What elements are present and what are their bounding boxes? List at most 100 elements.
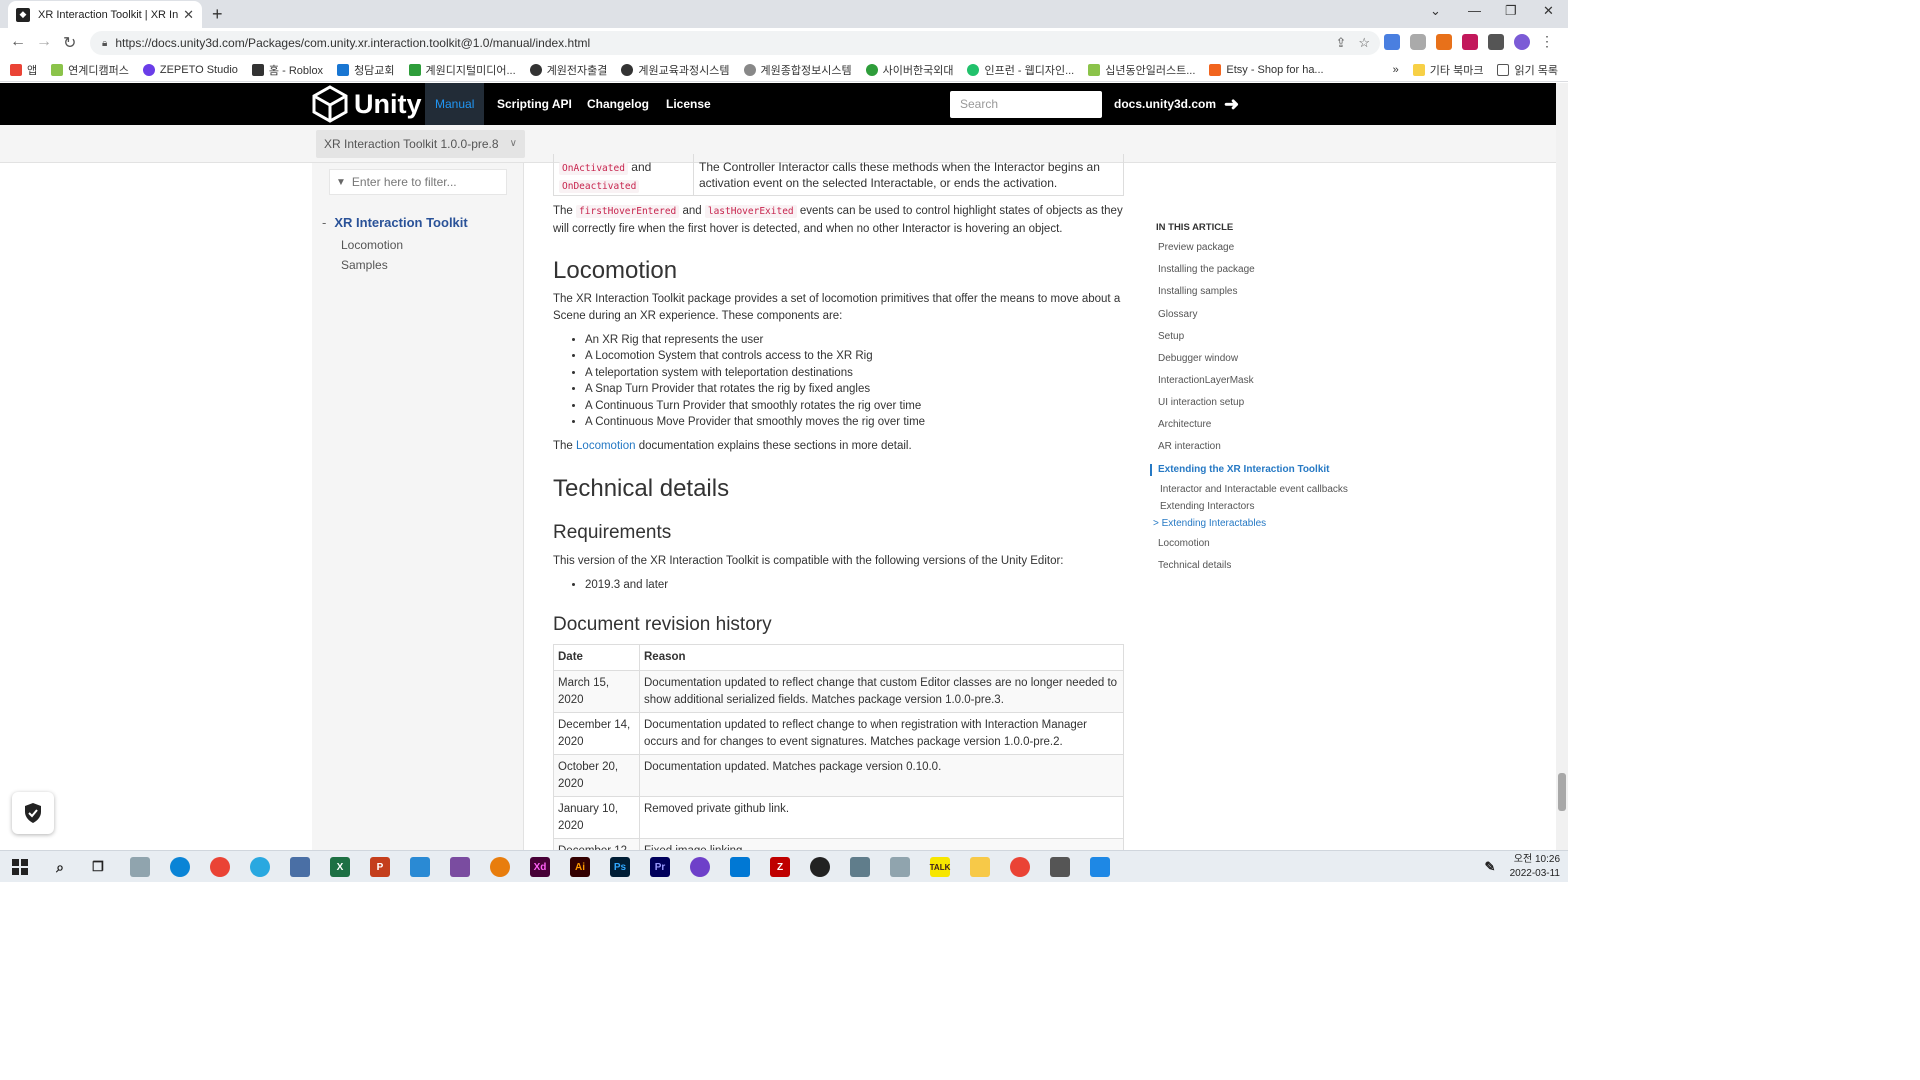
site-search-input[interactable]: Search	[950, 91, 1102, 118]
bookmark-item[interactable]: 십년동안일러스트...	[1088, 62, 1195, 78]
toc-filter-input[interactable]: ▼ Enter here to filter...	[329, 169, 507, 195]
powerpoint-icon[interactable]: P	[370, 857, 390, 877]
reload-icon[interactable]: ↻	[63, 33, 76, 53]
app-icon[interactable]	[290, 857, 310, 877]
locomotion-doc-link[interactable]: Locomotion	[576, 440, 635, 452]
privacy-shield-button[interactable]	[12, 792, 54, 834]
article-link-ar-interaction[interactable]: AR interaction	[1158, 441, 1221, 452]
github-icon[interactable]	[690, 857, 710, 877]
nav-manual[interactable]: Manual	[425, 83, 485, 125]
nav-changelog[interactable]: Changelog	[577, 83, 659, 125]
article-link-architecture[interactable]: Architecture	[1158, 419, 1211, 430]
article-link-preview-package[interactable]: Preview package	[1158, 242, 1234, 253]
article-link-interactionlayermask[interactable]: InteractionLayerMask	[1158, 375, 1254, 386]
record-icon[interactable]	[810, 857, 830, 877]
chrome-icon[interactable]	[210, 857, 230, 877]
app-icon[interactable]	[890, 857, 910, 877]
search-icon[interactable]: ⌕	[50, 857, 70, 877]
file-explorer-icon[interactable]	[970, 857, 990, 877]
minimize-icon[interactable]: —	[1468, 3, 1481, 18]
toc-item-locomotion[interactable]: Locomotion	[341, 238, 403, 252]
bookmark-item[interactable]: 계원전자출결	[529, 62, 607, 78]
browser-tab[interactable]: ◆ XR Interaction Toolkit | XR Inter ✕	[8, 1, 202, 28]
bookmark-star-icon[interactable]: ☆	[1358, 35, 1370, 51]
system-clock[interactable]: 오전 10:26 2022-03-11	[1510, 853, 1560, 881]
filter-icon: ▼	[336, 176, 346, 188]
photos-icon[interactable]	[1090, 857, 1110, 877]
article-link-technical-details[interactable]: Technical details	[1158, 560, 1231, 571]
blender-icon[interactable]	[490, 857, 510, 877]
task-view-icon[interactable]: ❐	[88, 857, 108, 877]
filezilla-icon[interactable]: Z	[770, 857, 790, 877]
article-link-event-callbacks[interactable]: Interactor and Interactable event callba…	[1160, 484, 1350, 495]
url-input[interactable]: 🔒︎ https://docs.unity3d.com/Packages/com…	[90, 31, 1380, 55]
back-icon[interactable]: ←	[10, 33, 26, 51]
premiere-icon[interactable]: Pr	[650, 857, 670, 877]
forward-icon[interactable]: →	[36, 33, 52, 51]
bookmark-item[interactable]: 청담교회	[337, 62, 395, 78]
bars-extension-icon[interactable]	[1462, 34, 1478, 50]
nav-scripting-api[interactable]: Scripting API	[487, 83, 582, 125]
page-scrollbar[interactable]	[1556, 83, 1568, 850]
calculator-icon[interactable]	[850, 857, 870, 877]
unity-logo[interactable]: Unity	[312, 85, 422, 123]
nav-license[interactable]: License	[656, 83, 721, 125]
bookmark-item[interactable]: 계원종합정보시스템	[743, 62, 852, 78]
version-dropdown[interactable]: XR Interaction Toolkit 1.0.0-pre.8 ∨	[316, 130, 525, 158]
tab-search-icon[interactable]: ⌄	[1430, 3, 1441, 19]
tab-close-icon[interactable]: ✕	[183, 7, 194, 23]
toc-item-xr-interaction-toolkit[interactable]: - XR Interaction Toolkit	[322, 215, 468, 230]
technical-details-heading: Technical details	[553, 475, 730, 502]
article-link-debugger-window[interactable]: Debugger window	[1158, 353, 1238, 364]
bookmark-item[interactable]: 계원교육과정시스템	[621, 62, 730, 78]
new-tab-icon[interactable]: +	[212, 4, 223, 25]
app-icon[interactable]	[450, 857, 470, 877]
menu-kebab-icon[interactable]: ⋮	[1540, 34, 1556, 50]
bookmark-item[interactable]: 홈 - Roblox	[251, 62, 323, 78]
bookmarks-overflow-icon[interactable]: »	[1393, 64, 1399, 76]
reading-list[interactable]: 읽기 목록	[1497, 62, 1558, 78]
app-icon[interactable]	[410, 857, 430, 877]
windows-start-icon[interactable]	[10, 857, 30, 877]
other-bookmarks-folder[interactable]: 기타 북마크	[1412, 62, 1483, 78]
article-link-extending-interactables[interactable]: > Extending Interactables	[1153, 518, 1266, 529]
article-link-setup[interactable]: Setup	[1158, 331, 1184, 342]
restore-icon[interactable]: ❐	[1505, 3, 1517, 19]
pen-icon[interactable]: ✎	[1480, 857, 1500, 877]
bookmark-item[interactable]: Etsy - Shop for ha...	[1209, 63, 1324, 76]
excel-icon[interactable]: X	[330, 857, 350, 877]
adobe-xd-icon[interactable]: Xd	[530, 857, 550, 877]
puzzle-extensions-icon[interactable]	[1488, 34, 1504, 50]
article-link-locomotion[interactable]: Locomotion	[1158, 538, 1210, 549]
profile-avatar-icon[interactable]	[1514, 34, 1530, 50]
ex-extension-icon[interactable]	[1436, 34, 1452, 50]
bookmark-item[interactable]: 연계디캠퍼스	[51, 62, 129, 78]
article-link-ui-interaction-setup[interactable]: UI interaction setup	[1158, 397, 1244, 408]
window-close-icon[interactable]: ✕	[1543, 3, 1554, 19]
illustrator-icon[interactable]: Ai	[570, 857, 590, 877]
photoshop-icon[interactable]: Ps	[610, 857, 630, 877]
article-link-extending-interactors[interactable]: Extending Interactors	[1160, 501, 1255, 512]
edge-icon[interactable]	[170, 857, 190, 877]
article-link-glossary[interactable]: Glossary	[1158, 309, 1197, 320]
article-link-extending-xr-toolkit[interactable]: Extending the XR Interaction Toolkit	[1158, 464, 1330, 475]
scrollbar-thumb[interactable]	[1558, 773, 1566, 811]
share-icon[interactable]: ⇪	[1335, 35, 1346, 51]
toc-item-samples[interactable]: Samples	[341, 258, 388, 272]
translate-extension-icon[interactable]	[1384, 34, 1400, 50]
chrome-icon[interactable]	[1010, 857, 1030, 877]
docs-home-link[interactable]: docs.unity3d.com ➜	[1114, 83, 1239, 125]
vscode-icon[interactable]	[730, 857, 750, 877]
camera-extension-icon[interactable]	[1410, 34, 1426, 50]
article-link-installing-package[interactable]: Installing the package	[1158, 264, 1255, 275]
bookmark-item[interactable]: 앱	[10, 62, 37, 78]
bookmark-item[interactable]: 인프런 - 웹디자인...	[967, 62, 1074, 78]
bookmark-item[interactable]: 계원디지털미디어...	[408, 62, 516, 78]
internet-explorer-icon[interactable]	[250, 857, 270, 877]
app-icon[interactable]	[130, 857, 150, 877]
bookmark-item[interactable]: 사이버한국외대	[865, 62, 953, 78]
article-link-installing-samples[interactable]: Installing samples	[1158, 286, 1237, 297]
unity-hub-icon[interactable]	[1050, 857, 1070, 877]
bookmark-item[interactable]: ZEPETO Studio	[142, 63, 238, 76]
kakaotalk-icon[interactable]: TALK	[930, 857, 950, 877]
